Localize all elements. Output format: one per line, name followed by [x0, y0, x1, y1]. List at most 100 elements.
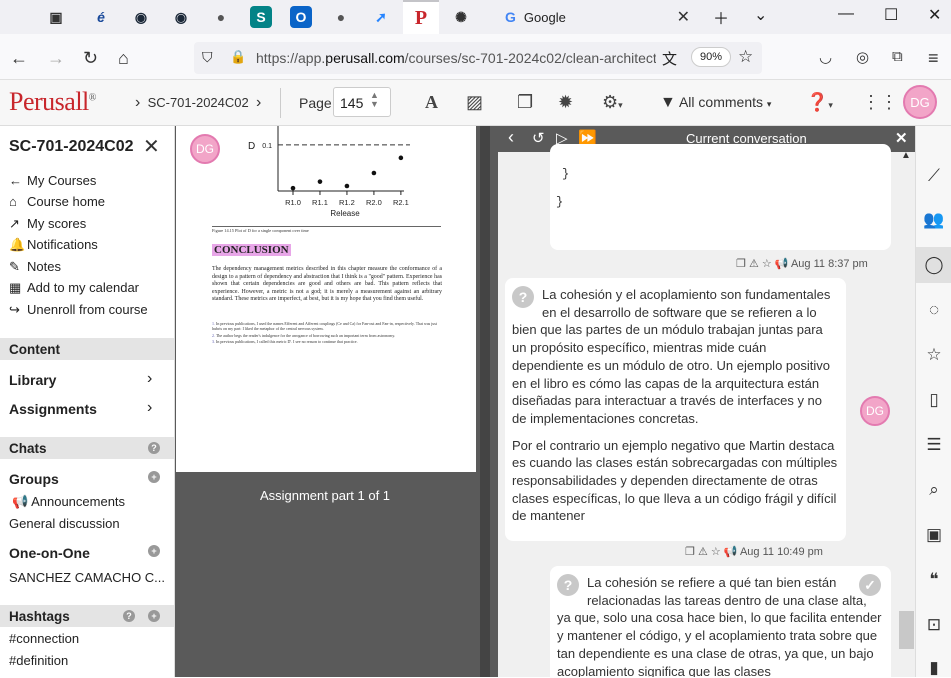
openai-icon[interactable]: ✺ — [450, 6, 472, 28]
shield-icon[interactable]: ⛉ — [202, 49, 213, 66]
megaphone-icon[interactable]: 📢 — [775, 258, 789, 270]
sharepoint-icon[interactable]: S — [250, 6, 272, 28]
translate-icon[interactable]: 文 — [662, 48, 677, 69]
maximize-icon[interactable]: ☐ — [884, 5, 898, 25]
scroll-up-icon[interactable]: ▲ — [901, 150, 911, 161]
jira-icon[interactable]: ➚ — [370, 6, 392, 28]
reload-icon[interactable]: ↻ — [83, 48, 98, 69]
announcements-link[interactable]: 📢 Announcements — [12, 494, 125, 510]
body-text[interactable]: The dependency management metrics descri… — [212, 266, 442, 304]
list-icon[interactable]: ☰ — [916, 435, 951, 455]
virus-icon[interactable]: ✹ — [558, 92, 573, 113]
pocket-icon[interactable]: ◡ — [819, 48, 832, 66]
github-icon[interactable]: ● — [330, 6, 352, 28]
github-icon[interactable]: ● — [210, 6, 232, 28]
forward-icon[interactable]: → — [47, 48, 65, 69]
contact-link[interactable]: SANCHEZ CAMACHO C... — [9, 570, 165, 585]
close-tab-icon[interactable]: ✕ — [677, 7, 690, 27]
check-icon[interactable]: ✓ — [859, 574, 881, 596]
hashtag-link[interactable]: #definition — [9, 653, 68, 668]
star-icon[interactable]: ☆ — [711, 546, 721, 558]
undo-icon[interactable]: ↺ — [532, 129, 545, 147]
settings-icon[interactable]: ⚙▾ — [602, 92, 623, 113]
steam-icon[interactable]: ◉ — [170, 6, 192, 28]
help-icon[interactable]: ❓▾ — [806, 92, 833, 113]
add-icon[interactable]: + — [148, 471, 160, 483]
assignments-link[interactable]: Assignments › — [9, 399, 152, 417]
notes-link[interactable]: ✎ Notes — [9, 259, 61, 275]
chevron-left-icon[interactable]: ‹ — [508, 127, 514, 148]
contact-icon[interactable]: ▣ — [916, 525, 951, 545]
course-home-link[interactable]: ⌂ Course home — [9, 194, 105, 209]
my-courses-link[interactable]: ← My Courses — [9, 173, 96, 188]
hashtag-link[interactable]: #connection — [9, 631, 79, 646]
my-scores-link[interactable]: ↗ My scores — [9, 216, 86, 232]
comment-filter-dropdown[interactable]: ▼ All comments ▾ — [660, 94, 771, 112]
general-discussion-link[interactable]: General discussion — [9, 516, 120, 531]
home-icon[interactable]: ⌂ — [118, 48, 129, 69]
outlook-icon[interactable]: O — [290, 6, 312, 28]
steam-icon[interactable]: ◉ — [130, 6, 152, 28]
copy-pages-icon[interactable]: ❐ — [517, 92, 533, 113]
inbox-icon[interactable]: ⊡ — [916, 615, 951, 635]
close-icon[interactable]: ✕ — [143, 134, 160, 159]
avatar[interactable]: DG — [190, 134, 220, 164]
library-link[interactable]: Library › — [9, 370, 152, 388]
breadcrumb[interactable]: › SC-701-2024C02 › — [135, 94, 261, 112]
notifications-link[interactable]: 🔔 Notifications — [9, 237, 98, 253]
bookmark-star-icon[interactable]: ☆ — [738, 47, 753, 67]
lock-icon[interactable]: 🔒 — [230, 49, 246, 65]
quote-icon[interactable]: ❝ — [916, 570, 951, 590]
avatar[interactable]: DG — [903, 85, 937, 119]
star-icon[interactable]: ☆ — [916, 345, 951, 365]
document-icon[interactable]: ▯ — [916, 390, 951, 410]
address-bar[interactable]: ⛉ 🔒 https://app.perusall.com/courses/sc-… — [194, 42, 762, 74]
extensions-icon[interactable]: ⧉ — [892, 48, 903, 65]
add-icon[interactable]: + — [148, 545, 160, 557]
search-icon[interactable]: ⌕ — [916, 480, 951, 500]
calendar-link[interactable]: ▦ Add to my calendar — [9, 280, 139, 296]
text-size-icon[interactable]: A — [425, 92, 438, 113]
close-icon[interactable]: ✕ — [895, 129, 908, 147]
group-icon[interactable]: 👥 — [916, 210, 951, 230]
back-icon[interactable]: ← — [10, 48, 28, 69]
analytics-icon[interactable]: ⟋ — [916, 166, 951, 186]
section-heading[interactable]: CONCLUSION — [212, 244, 291, 256]
copy-icon[interactable]: ❐ — [736, 258, 746, 270]
comment-bubble[interactable]: ? La cohesión y el acoplamiento son funda… — [505, 278, 846, 541]
scrollbar[interactable]: ▲ — [898, 150, 915, 677]
bookmark-icon[interactable]: ▮ — [916, 658, 951, 678]
close-window-icon[interactable]: ✕ — [928, 5, 941, 25]
flag-icon[interactable]: ⚠ — [698, 546, 708, 558]
copy-icon[interactable]: ❐ — [685, 546, 695, 558]
document-page[interactable]: DG 0.1 D R1.0 R1.1 R1.2 R2.0 R2.1 Release Figur… — [176, 126, 476, 472]
flag-icon[interactable]: ⚠ — [749, 258, 759, 270]
tab-google[interactable]: G Google ✕ — [500, 0, 700, 34]
apps-grid-icon[interactable]: ⋮⋮ — [862, 92, 898, 113]
zoom-level[interactable]: 90% — [691, 47, 732, 67]
page-number-input[interactable]: 145 ▲ ▼ — [333, 87, 391, 117]
url-text[interactable]: https://app.perusall.com/courses/sc-701-… — [256, 50, 656, 66]
account-icon[interactable]: ◎ — [856, 48, 869, 66]
new-tab-icon[interactable]: ＋ — [713, 5, 729, 29]
unenroll-link[interactable]: ↪ Unenroll from course — [9, 302, 148, 318]
comment-bubble[interactable]: ? ✓ La cohesión se refiere a qué tan bie… — [550, 566, 891, 677]
e-icon[interactable]: é — [90, 6, 112, 28]
add-icon[interactable]: + — [148, 610, 160, 622]
tab-list-icon[interactable]: ▣ — [45, 6, 67, 28]
star-icon[interactable]: ☆ — [762, 258, 772, 270]
avatar[interactable]: DG — [860, 396, 890, 426]
image-icon[interactable]: ▨ — [466, 92, 483, 113]
help-icon[interactable]: ? — [148, 442, 160, 454]
help-icon[interactable]: ? — [123, 610, 135, 622]
comment-bubble[interactable]: } } — [550, 144, 891, 250]
scrollbar-thumb[interactable] — [899, 611, 914, 649]
conversations-icon[interactable]: ◌ — [916, 300, 951, 320]
tab-list-chevron-icon[interactable]: ⌄ — [754, 5, 767, 25]
perusall-logo[interactable]: Perusall® — [9, 87, 96, 117]
menu-icon[interactable]: ≡ — [928, 48, 939, 69]
tab-perusall[interactable]: P — [403, 0, 439, 34]
stepper-icon[interactable]: ▲ ▼ — [370, 91, 379, 109]
minimize-icon[interactable]: — — [838, 5, 854, 23]
comment-icon[interactable]: ◯ — [916, 255, 951, 275]
